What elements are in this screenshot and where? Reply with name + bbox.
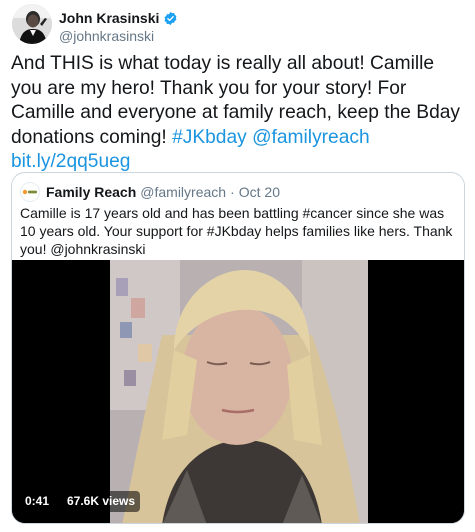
mention-link[interactable]: @familyreach	[252, 127, 370, 148]
verified-badge-icon	[164, 11, 177, 25]
quoted-text: Camille is 17 years old and has been bat…	[20, 205, 453, 257]
tweet-text: And THIS is what today is really all abo…	[11, 52, 469, 175]
tweet-header: John Krasinski @johnkrasinski	[12, 4, 462, 48]
video-duration: 0:41	[20, 491, 55, 512]
quoted-tweet[interactable]: Family Reach @familyreach · Oct 20 Camil…	[11, 172, 465, 524]
quoted-display-name[interactable]: Family Reach	[46, 184, 136, 200]
video-player[interactable]: 0:41 67.6K views	[12, 260, 464, 523]
video-view-count: 67.6K views	[62, 491, 141, 512]
url-link[interactable]: bit.ly/2qq5ueg	[11, 151, 130, 172]
hashtag-link[interactable]: #JKbday	[172, 127, 247, 148]
quoted-handle[interactable]: @familyreach	[140, 184, 226, 200]
quoted-date[interactable]: Oct 20	[239, 184, 280, 200]
author-handle[interactable]: @johnkrasinski	[59, 28, 154, 44]
author-display-name[interactable]: John Krasinski	[59, 10, 159, 26]
author-avatar[interactable]	[12, 4, 52, 44]
video-frame	[12, 260, 464, 523]
quoted-separator: ·	[230, 184, 235, 200]
family-reach-logo-icon	[20, 182, 40, 202]
